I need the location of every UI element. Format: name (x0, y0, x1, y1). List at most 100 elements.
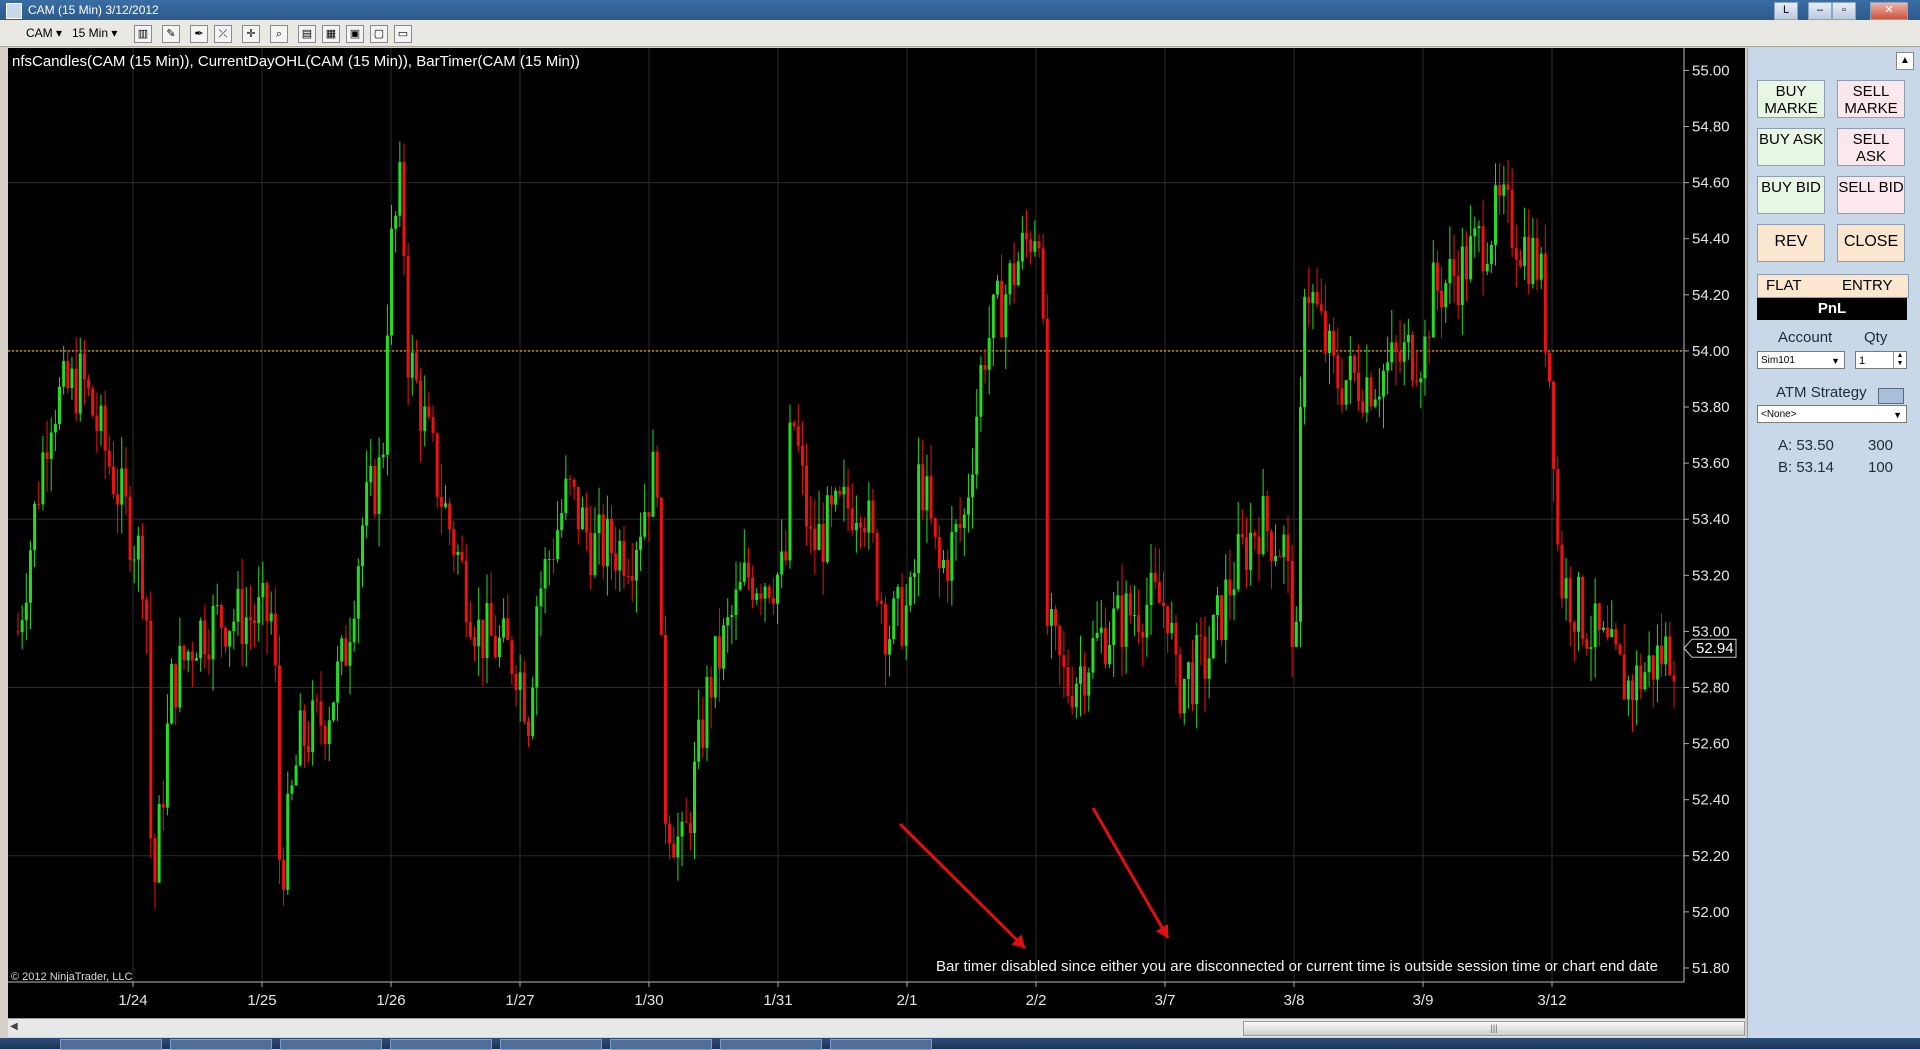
candle-body (1062, 655, 1066, 668)
interval-selector[interactable]: 15 Min ▾ (72, 24, 117, 42)
candle-body (1012, 263, 1016, 286)
spin-arrows-icon[interactable]: ▲ ▼ (1893, 352, 1906, 368)
candle-body (817, 523, 821, 551)
indicators-icon[interactable]: ▤ (298, 25, 316, 43)
candle-body (543, 559, 547, 589)
quantity-stepper[interactable]: 1 ▲ ▼ (1855, 351, 1907, 369)
candle-body (33, 503, 37, 551)
candle-body (1162, 602, 1166, 607)
candle-body (311, 700, 315, 753)
candle-body (1311, 291, 1315, 304)
drawing-pencil-icon[interactable]: ✎ (162, 25, 180, 43)
atm-strategy-toggle[interactable] (1878, 388, 1904, 404)
y-tick-label: 53.20 (1692, 567, 1730, 584)
strategies-icon[interactable]: ▦ (322, 25, 340, 43)
candle-body (298, 710, 302, 766)
candle-body (1510, 189, 1514, 249)
taskbar-item[interactable] (610, 1039, 712, 1050)
taskbar-item[interactable] (60, 1039, 162, 1050)
candle-body (1016, 261, 1020, 286)
candle-body (684, 821, 688, 823)
candle-body (705, 677, 709, 748)
taskbar-item[interactable] (280, 1039, 382, 1050)
candle-body (1145, 604, 1149, 638)
price-chart[interactable]: 55.00 54.80 54.60 54.40 54.20 54.00 53.80 53.60… (8, 48, 1745, 1018)
scrollbar-thumb[interactable]: ||| (1243, 1021, 1745, 1036)
x-tick-label: 3/9 (1413, 992, 1434, 1009)
maximize-button[interactable]: ▫ (1832, 2, 1856, 20)
candle-body (971, 474, 975, 498)
zoom-icon[interactable]: ⌕ (270, 25, 288, 43)
qty-label: Qty (1864, 329, 1888, 346)
candle-body (892, 598, 896, 640)
scroll-left-arrow-icon[interactable]: ◀ (10, 1021, 18, 1032)
candle-body (199, 620, 203, 659)
taskbar-item[interactable] (170, 1039, 272, 1050)
hide-drawings-icon[interactable]: ⤫ (214, 25, 232, 43)
close-position-button[interactable]: CLOSE (1837, 224, 1905, 262)
candle-body (336, 661, 340, 703)
candle-body (850, 508, 854, 531)
x-tick-label: 3/7 (1155, 992, 1176, 1009)
candle-body (1444, 283, 1448, 308)
sell-ask-button[interactable]: SELL ASK (1837, 128, 1905, 166)
candle-body (759, 593, 763, 599)
panel-collapse-arrow-icon[interactable]: ▲ (1896, 52, 1914, 70)
taskbar-item[interactable] (830, 1039, 932, 1050)
candle-body (74, 368, 78, 414)
candle-body (182, 645, 186, 661)
sell-market-button[interactable]: SELL MARKE (1837, 80, 1905, 118)
candlestick-chart[interactable]: 55.00 54.80 54.60 54.40 54.20 54.00 53.80 53.60… (8, 48, 1745, 1018)
chart-trader-icon[interactable]: ▣ (346, 25, 364, 43)
taskbar-item[interactable] (500, 1039, 602, 1050)
candle-body (1041, 248, 1045, 319)
pin-icon[interactable]: ✒ (190, 25, 208, 43)
crosshair-icon[interactable]: ✛ (242, 25, 260, 43)
candle-body (1489, 244, 1493, 264)
candle-body (190, 651, 194, 661)
candle-body (995, 280, 999, 295)
close-window-button[interactable]: ✕ (1870, 2, 1908, 20)
candle-body (966, 497, 970, 515)
instrument-selector[interactable]: CAM ▾ (26, 24, 62, 42)
candle-body (1070, 695, 1074, 708)
candle-body (726, 617, 730, 626)
buy-bid-button[interactable]: BUY BID (1757, 176, 1825, 214)
atm-strategy-dropdown[interactable]: <None> ▼ (1757, 405, 1907, 423)
account-dropdown[interactable]: Sim101 ▼ (1757, 351, 1845, 369)
candle-body (1274, 556, 1278, 562)
candle-body (1224, 579, 1228, 640)
y-tick-label: 53.80 (1692, 399, 1730, 416)
candle-body (1029, 239, 1033, 252)
candle-body (431, 416, 435, 434)
candle-body (302, 710, 306, 746)
taskbar-item[interactable] (720, 1039, 822, 1050)
candle-body (24, 602, 28, 621)
candle-body (912, 573, 916, 577)
buy-ask-button[interactable]: BUY ASK (1757, 128, 1825, 166)
candle-body (1228, 579, 1232, 596)
x-tick-label: 1/31 (763, 992, 792, 1009)
candle-body (709, 677, 713, 698)
properties-icon[interactable]: ▭ (394, 25, 412, 43)
candle-body (1186, 662, 1190, 679)
link-button[interactable]: L (1774, 2, 1798, 20)
bar-type-icon[interactable]: ▥ (134, 25, 152, 43)
candle-body (854, 523, 858, 531)
candle-body (572, 479, 576, 487)
candle-body (942, 559, 946, 569)
candle-body (1049, 608, 1053, 626)
candle-body (1423, 336, 1427, 379)
sell-bid-button[interactable]: SELL BID (1837, 176, 1905, 214)
chart-toolbar: CAM ▾ 15 Min ▾ ▥ ✎ ✒ ⤫ ✛ ⌕ ▤ ▦ ▣ ▢ ▭ (0, 20, 1920, 47)
data-box-icon[interactable]: ▢ (370, 25, 388, 43)
taskbar-item[interactable] (390, 1039, 492, 1050)
candle-body (157, 804, 161, 883)
buy-market-button[interactable]: BUY MARKE (1757, 80, 1825, 118)
minimize-button[interactable]: – (1808, 2, 1832, 20)
candle-body (219, 605, 223, 628)
chart-horizontal-scrollbar[interactable]: ◀ ||| (8, 1018, 1745, 1037)
candle-body (1469, 236, 1473, 280)
candle-body (1568, 578, 1572, 623)
reverse-button[interactable]: REV (1757, 224, 1825, 262)
